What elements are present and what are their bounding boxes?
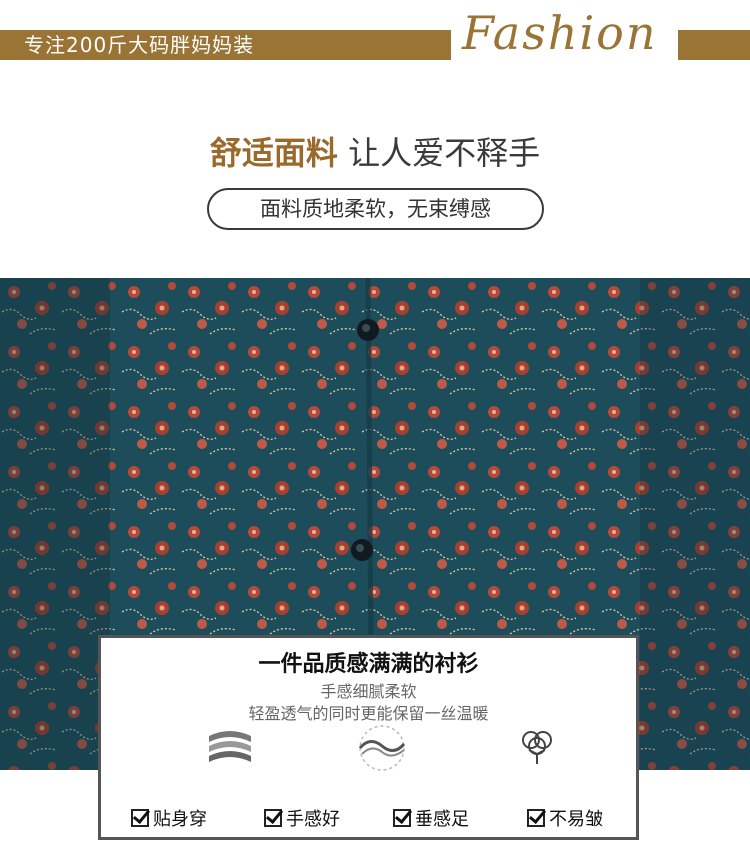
feature-item: 手感好 — [264, 806, 340, 830]
check-icon — [131, 809, 149, 827]
card-title: 一件品质感满满的衬衫 — [258, 652, 479, 677]
banner-slogan: 专注200斤大码胖妈妈装 — [24, 33, 255, 57]
fashion-logo-text: Fashion — [462, 6, 658, 60]
card-subtitle-1: 手感细腻柔软 — [320, 682, 417, 701]
feature-label: 不易皱 — [549, 809, 603, 830]
feature-item: 贴身穿 — [131, 806, 207, 830]
headline-rest: 让人爱不释手 — [348, 134, 541, 172]
card-subtitle-2: 轻盈透气的同时更能保留一丝温暖 — [248, 704, 489, 723]
feature-label: 贴身穿 — [153, 809, 207, 830]
fabric-layers-icon — [205, 724, 255, 770]
feature-card: 一件品质感满满的衬衫 手感细腻柔软 轻盈透气的同时更能保留一丝温暖 贴身穿 手感… — [98, 635, 639, 840]
section-headline: 舒适面料 让人爱不释手 — [0, 128, 750, 174]
cotton-flower-icon — [513, 724, 561, 772]
feature-checklist: 贴身穿 手感好 垂感足 不易皱 — [101, 806, 636, 830]
feature-item: 垂感足 — [393, 806, 469, 830]
headline-accent: 舒适面料 — [209, 134, 338, 172]
fabric-tagline-pill: 面料质地柔软，无束缚感 — [207, 188, 544, 230]
check-icon — [527, 809, 545, 827]
feature-item: 不易皱 — [527, 806, 603, 830]
top-banner-bar-right — [678, 30, 750, 60]
check-icon — [264, 809, 282, 827]
feature-label: 手感好 — [286, 809, 340, 830]
check-icon — [393, 809, 411, 827]
feature-label: 垂感足 — [415, 809, 469, 830]
fabric-wave-icon — [354, 724, 410, 772]
